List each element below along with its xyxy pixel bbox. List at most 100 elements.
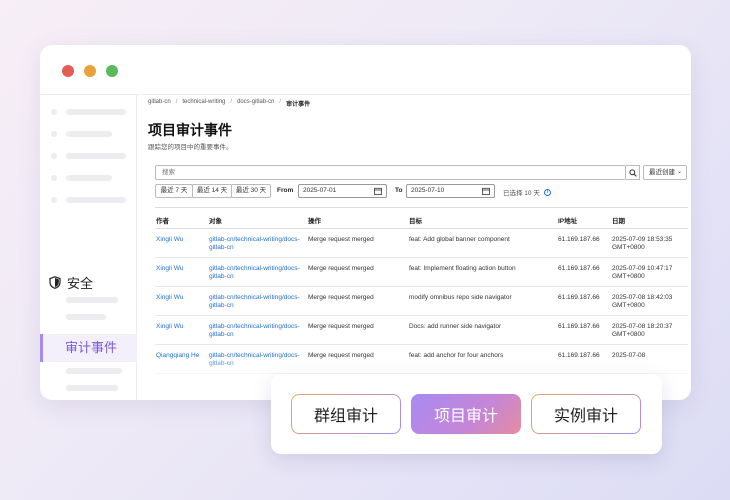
action-cell: Merge request merged <box>308 352 374 359</box>
goal-cell: feat: Implement floating action button <box>409 265 516 272</box>
sidebar-placeholder-dot <box>51 175 57 181</box>
group-audit-tab[interactable]: 群组审计 <box>291 394 401 434</box>
table-row: Xingli Wu gitlab-cn/technical-writing/do… <box>155 258 688 287</box>
sort-dropdown[interactable]: 最近创建 ⌄ <box>643 165 687 180</box>
selected-days-text: 已选择 10 天 <box>503 190 540 197</box>
sidebar-placeholder <box>66 131 112 137</box>
action-cell: Merge request merged <box>308 265 374 272</box>
breadcrumb-item[interactable]: technical-writing <box>182 99 225 108</box>
calendar-icon <box>482 187 490 195</box>
info-icon[interactable]: i <box>543 188 551 196</box>
breadcrumb-item[interactable]: gitlab-cn <box>148 99 171 108</box>
title-bar <box>40 45 691 95</box>
sidebar-placeholder-dot <box>51 197 57 203</box>
action-cell: Merge request merged <box>308 323 374 330</box>
table-row: Xingli Wu gitlab-cn/technical-writing/do… <box>155 229 688 258</box>
from-date-value: 2025-07-01 <box>303 187 337 194</box>
sidebar-placeholder <box>66 314 106 320</box>
ip-cell: 61.169.187.66 <box>558 236 600 243</box>
column-header-ip: IP地址 <box>558 218 578 225</box>
chevron-down-icon: ⌄ <box>676 169 682 175</box>
sidebar-item-security[interactable]: 安全 <box>49 273 93 292</box>
column-header-author: 作者 <box>156 218 169 225</box>
target-link[interactable]: gitlab-cn/technical-writing/docs-gitlab-… <box>209 236 301 252</box>
to-label: To <box>395 187 403 194</box>
ip-cell: 61.169.187.66 <box>558 323 600 330</box>
date-cell: 2025-07-08 18:20:37 GMT+0800 <box>612 323 673 338</box>
action-cell: Merge request merged <box>308 236 374 243</box>
goal-cell: feat: add anchor for four anchors <box>409 352 504 359</box>
sidebar-placeholder-dot <box>51 109 57 115</box>
sidebar: 安全 审计事件 <box>40 95 137 400</box>
target-link[interactable]: gitlab-cn/technical-writing/docs-gitlab-… <box>209 352 301 368</box>
column-header-goal: 目标 <box>409 218 422 225</box>
date-cell: 2025-07-08 <box>612 352 646 359</box>
page-title: 项目审计事件 <box>148 122 232 138</box>
close-window-button[interactable] <box>62 65 74 77</box>
goal-cell: Docs: add runner side navigator <box>409 323 502 330</box>
goal-cell: modify omnibus repo side navigator <box>409 294 512 301</box>
audit-scope-switcher: 群组审计 项目审计 实例审计 <box>271 374 662 454</box>
sidebar-placeholder <box>66 109 126 115</box>
action-cell: Merge request merged <box>308 294 374 301</box>
to-date-input[interactable]: 2025-07-10 <box>406 184 495 198</box>
range-30-days-button[interactable]: 最近 30 天 <box>231 184 271 198</box>
instance-audit-tab[interactable]: 实例审计 <box>531 394 641 434</box>
ip-cell: 61.169.187.66 <box>558 352 600 359</box>
author-link[interactable]: Xingli Wu <box>156 323 206 331</box>
author-link[interactable]: Qiangqiang He <box>156 352 206 360</box>
ip-cell: 61.169.187.66 <box>558 265 600 272</box>
target-link[interactable]: gitlab-cn/technical-writing/docs-gitlab-… <box>209 265 301 281</box>
author-link[interactable]: Xingli Wu <box>156 294 206 302</box>
search-button[interactable] <box>626 165 640 180</box>
from-label: From <box>277 187 294 194</box>
to-date-value: 2025-07-10 <box>411 187 445 194</box>
selected-days-info: 已选择 10 天 i <box>503 187 551 197</box>
range-14-days-button[interactable]: 最近 14 天 <box>192 184 232 198</box>
sidebar-placeholder-dot <box>51 153 57 159</box>
shield-icon <box>49 276 61 289</box>
search-icon <box>628 168 637 177</box>
sidebar-item-audit-events[interactable]: 审计事件 <box>40 334 137 362</box>
date-cell: 2025-07-09 18:53:35 GMT+0800 <box>612 236 673 251</box>
page-subtitle: 跟踪您的项目中的重要事件。 <box>148 144 233 151</box>
breadcrumb-item[interactable]: docs-gitlab-cn <box>237 99 274 108</box>
author-link[interactable]: Xingli Wu <box>156 236 206 244</box>
audit-events-table: 作者 对象 操作 目标 IP地址 日期 Xingli Wu gitlab-cn/… <box>155 207 688 374</box>
sidebar-placeholder <box>66 368 122 374</box>
column-header-date: 日期 <box>612 218 625 225</box>
range-7-days-button[interactable]: 最近 7 天 <box>155 184 193 198</box>
main-content: gitlab-cn / technical-writing / docs-gitla… <box>147 95 691 400</box>
sort-label: 最近创建 <box>649 169 675 176</box>
goal-cell: feat: Add global banner component <box>409 236 510 243</box>
minimize-window-button[interactable] <box>84 65 96 77</box>
column-header-action: 操作 <box>308 218 321 225</box>
sidebar-item-label: 审计事件 <box>65 340 118 355</box>
sidebar-placeholder <box>66 385 118 391</box>
table-row: Qiangqiang He gitlab-cn/technical-writin… <box>155 345 688 374</box>
sidebar-placeholder <box>66 153 126 159</box>
sidebar-placeholder <box>66 197 126 203</box>
app-window: 安全 审计事件 gitlab-cn / technical-writing / do… <box>40 45 691 400</box>
maximize-window-button[interactable] <box>106 65 118 77</box>
breadcrumb-current: 审计事件 <box>286 102 311 108</box>
target-link[interactable]: gitlab-cn/technical-writing/docs-gitlab-… <box>209 323 301 339</box>
target-link[interactable]: gitlab-cn/technical-writing/docs-gitlab-… <box>209 294 301 310</box>
date-cell: 2025-07-09 10:47:17 GMT+0800 <box>612 265 673 280</box>
table-row: Xingli Wu gitlab-cn/technical-writing/do… <box>155 287 688 316</box>
sidebar-placeholder <box>66 297 118 303</box>
project-audit-tab[interactable]: 项目审计 <box>411 394 521 434</box>
sidebar-item-label: 安全 <box>67 276 94 291</box>
author-link[interactable]: Xingli Wu <box>156 265 206 273</box>
date-cell: 2025-07-08 18:42:03 GMT+0800 <box>612 294 673 309</box>
calendar-icon <box>374 187 382 195</box>
column-header-target: 对象 <box>209 218 222 225</box>
table-header: 作者 对象 操作 目标 IP地址 日期 <box>155 207 688 229</box>
sidebar-placeholder-dot <box>51 131 57 137</box>
ip-cell: 61.169.187.66 <box>558 294 600 301</box>
from-date-input[interactable]: 2025-07-01 <box>298 184 387 198</box>
sidebar-placeholder <box>66 175 112 181</box>
table-row: Xingli Wu gitlab-cn/technical-writing/do… <box>155 316 688 345</box>
breadcrumb: gitlab-cn / technical-writing / docs-gitla… <box>148 99 311 108</box>
search-input[interactable]: 搜索 <box>155 165 626 180</box>
